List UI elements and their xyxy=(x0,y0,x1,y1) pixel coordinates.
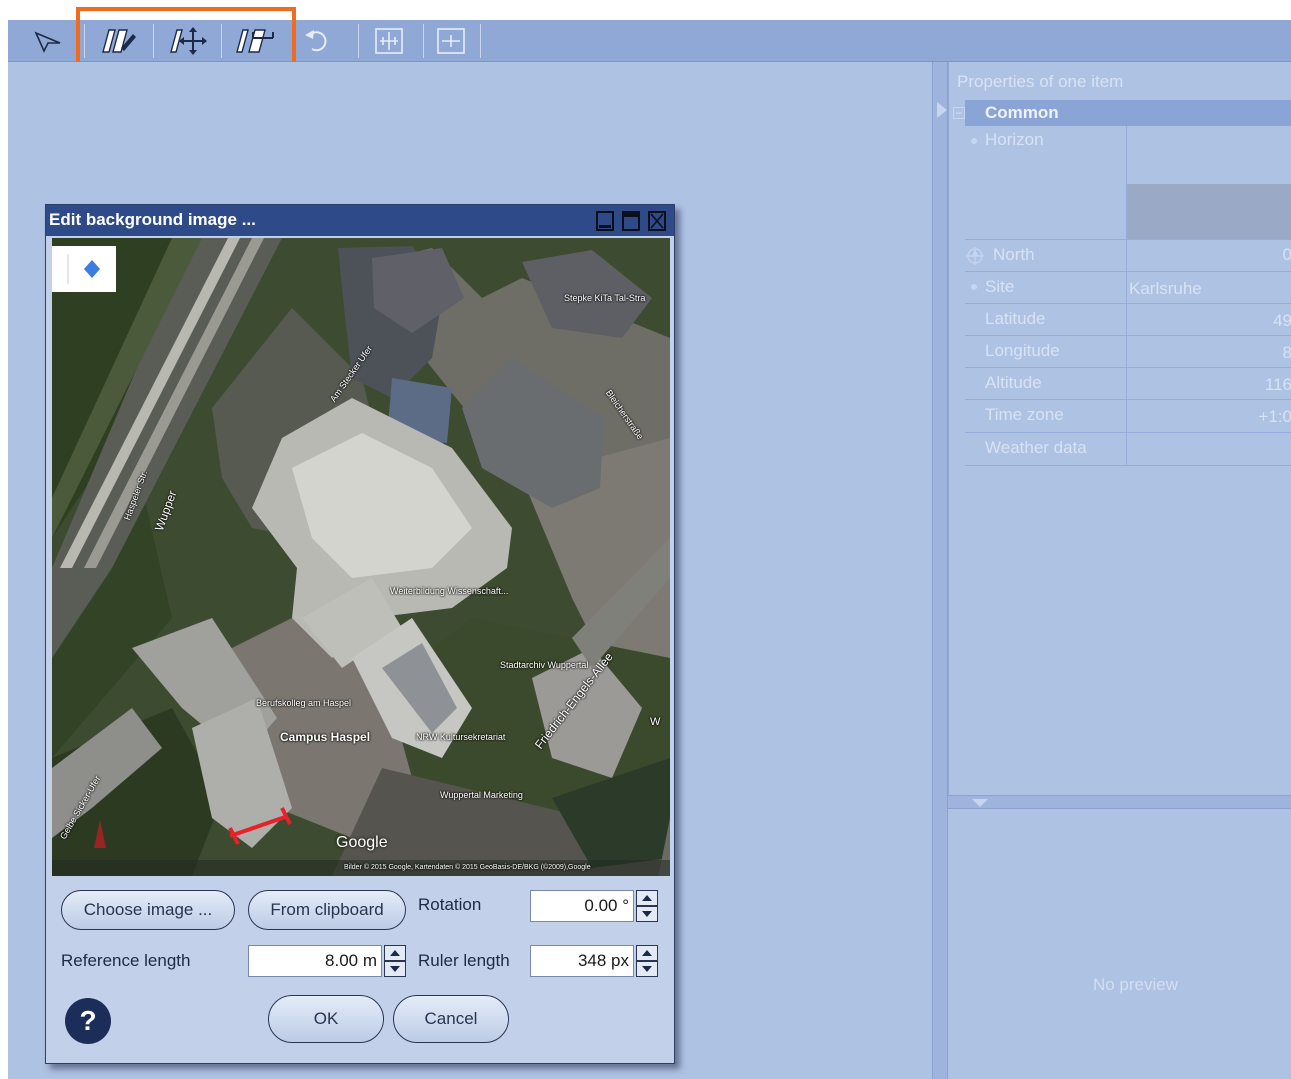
ruler-length-field[interactable] xyxy=(530,945,634,977)
property-row-horizon[interactable]: Horizon xyxy=(965,126,1291,240)
map-label-kultur: NRW Kultursekretariat xyxy=(416,732,506,742)
map-label-campus: Campus Haspel xyxy=(280,730,371,744)
dialog-title-bar[interactable]: Edit background image ... xyxy=(46,205,674,236)
close-icon[interactable] xyxy=(648,211,666,231)
reference-length-field[interactable] xyxy=(248,945,382,977)
ruler-length-input[interactable] xyxy=(531,946,633,976)
reference-length-input[interactable] xyxy=(249,946,381,976)
zoom-out-icon[interactable] xyxy=(428,24,474,58)
ok-button[interactable]: OK xyxy=(268,995,384,1043)
reference-length-spinner[interactable] xyxy=(384,945,406,977)
map-attribution: Bilder © 2015 Google, Kartendaten © 2015… xyxy=(344,864,591,871)
rotation-input[interactable] xyxy=(531,891,633,921)
property-row-site[interactable]: Site Karlsruhe xyxy=(965,272,1291,304)
collapse-icon[interactable] xyxy=(953,107,965,119)
undo-icon[interactable] xyxy=(294,24,340,58)
spin-up-icon[interactable] xyxy=(636,945,658,961)
vertical-splitter[interactable] xyxy=(932,62,948,1079)
property-row-weather[interactable]: Weather data xyxy=(965,433,1291,466)
choose-image-button[interactable]: Choose image ... xyxy=(61,890,235,930)
horizontal-splitter[interactable] xyxy=(948,795,1291,809)
splitter-arrow-icon[interactable] xyxy=(970,797,990,809)
rotation-field[interactable] xyxy=(530,890,634,922)
properties-panel: Properties of one item Common Horizon No… xyxy=(948,62,1291,795)
from-clipboard-button[interactable]: From clipboard xyxy=(248,890,406,930)
compass-icon xyxy=(966,247,984,265)
map-label-stepke: Stepke KiTa Tal-Stra xyxy=(564,293,646,303)
common-group-header[interactable]: Common xyxy=(953,100,1291,126)
minimize-icon[interactable] xyxy=(596,211,614,231)
dialog-title: Edit background image ... xyxy=(49,210,256,229)
map-label-stadtarchiv: Stadtarchiv Wuppertal xyxy=(500,660,589,670)
cancel-button[interactable]: Cancel xyxy=(393,995,509,1043)
rotation-spinner[interactable] xyxy=(636,890,658,922)
maximize-icon[interactable] xyxy=(622,211,640,231)
ruler-length-label: Ruler length xyxy=(418,951,510,970)
properties-title: Properties of one item xyxy=(957,72,1124,91)
property-row-altitude[interactable]: Altitude 116 xyxy=(965,368,1291,400)
background-image-map[interactable]: Stepke KiTa Tal-Stra Weiterbildung Wisse… xyxy=(52,238,670,876)
aerial-map-image xyxy=(52,238,670,876)
spin-up-icon[interactable] xyxy=(636,890,658,906)
map-label-weiterbildung: Weiterbildung Wissenschaft... xyxy=(390,586,509,596)
map-label-marketing: Wuppertal Marketing xyxy=(440,790,523,800)
spin-down-icon[interactable] xyxy=(636,906,658,922)
app-window: Properties of one item Common Horizon No… xyxy=(0,0,1291,1079)
preview-panel: No preview xyxy=(948,809,1291,1079)
google-logo: Google xyxy=(336,834,388,851)
select-arrow-icon[interactable] xyxy=(24,24,70,58)
ruler-length-spinner[interactable] xyxy=(636,945,658,977)
no-preview-text: No preview xyxy=(1092,975,1179,994)
property-row-latitude[interactable]: Latitude 49 xyxy=(965,304,1291,336)
spin-up-icon[interactable] xyxy=(384,945,406,961)
horizon-color-swatch[interactable] xyxy=(1127,184,1291,239)
spin-down-icon[interactable] xyxy=(636,961,658,977)
zoom-in-icon[interactable] xyxy=(366,24,412,58)
map-label-berufskolleg: Berufskolleg am Haspel xyxy=(256,698,352,708)
edit-background-dialog: Edit background image ... Stepke KiTa Ta… xyxy=(45,204,675,1064)
common-group-label: Common xyxy=(985,103,1059,122)
property-row-timezone[interactable]: Time zone +1:0 xyxy=(965,400,1291,433)
property-row-longitude[interactable]: Longitude 8 xyxy=(965,336,1291,368)
rotation-label: Rotation xyxy=(418,895,482,914)
reference-length-label: Reference length xyxy=(61,951,191,970)
spin-down-icon[interactable] xyxy=(384,961,406,977)
help-icon[interactable]: ? xyxy=(65,998,111,1044)
map-label-w: W xyxy=(650,716,661,728)
property-row-north[interactable]: North 0 xyxy=(965,240,1291,272)
